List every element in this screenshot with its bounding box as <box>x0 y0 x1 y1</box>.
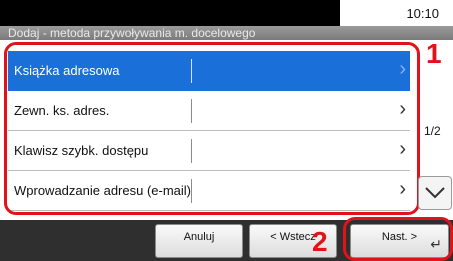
screen-title-bar: Dodaj - metoda przywoływania m. docelowe… <box>0 26 453 40</box>
status-message-area <box>0 0 340 26</box>
clock: 10:10 <box>406 6 439 21</box>
cancel-button-label: Anuluj <box>183 231 215 243</box>
callout-number-2: 2 <box>312 226 328 257</box>
status-bar: 10:10 <box>0 0 453 26</box>
callout-number-1: 1 <box>426 38 442 69</box>
cancel-button[interactable]: Anuluj <box>155 224 243 258</box>
chevron-down-icon <box>425 187 445 199</box>
screen-title: Dodaj - metoda przywoływania m. docelowe… <box>8 26 256 40</box>
scroll-down-button[interactable] <box>418 176 452 210</box>
highlight-frame-list <box>4 42 420 215</box>
page-indicator: 1/2 <box>424 124 441 138</box>
highlight-frame-next <box>343 217 453 261</box>
